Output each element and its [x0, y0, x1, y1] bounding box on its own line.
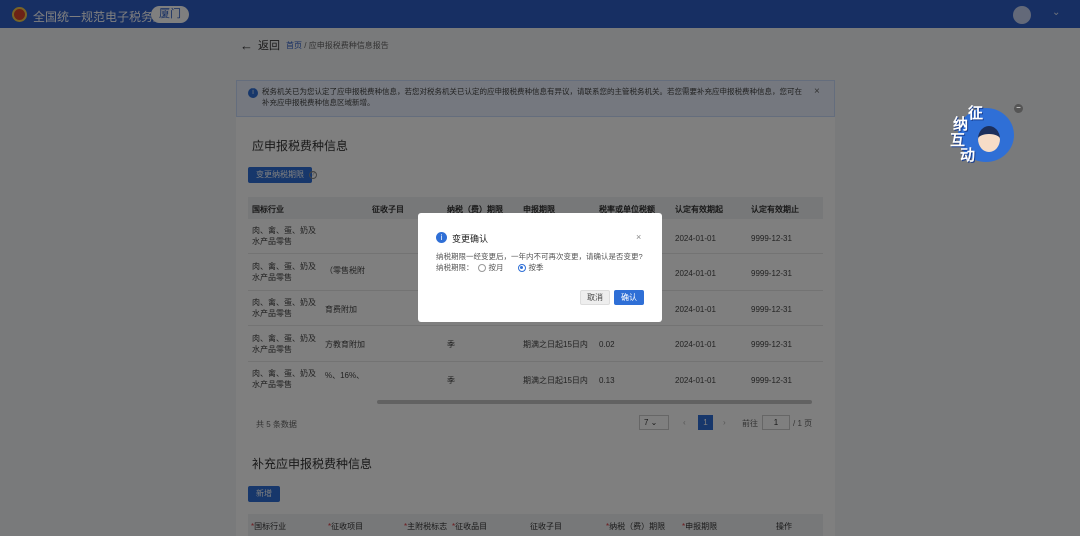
- radio-group-label: 纳税期限：: [436, 263, 474, 272]
- dialog-title: 变更确认: [452, 234, 489, 244]
- radio-month-label[interactable]: 按月: [489, 262, 504, 273]
- info-icon: i: [436, 232, 447, 243]
- radio-quarter-label[interactable]: 按季: [529, 262, 544, 273]
- confirm-button[interactable]: 确认: [614, 290, 644, 305]
- radio-quarter[interactable]: [517, 263, 526, 272]
- period-radio-group: 纳税期限： 按月 按季: [436, 262, 544, 273]
- minimize-icon[interactable]: −: [1014, 104, 1023, 113]
- dialog-message: 纳税期限一经变更后，一年内不可再次变更，请确认是否变更?: [436, 252, 643, 261]
- mascot-char: 征: [968, 105, 984, 122]
- cancel-button[interactable]: 取消: [580, 290, 610, 305]
- mascot-char: 动: [960, 147, 976, 164]
- mascot-face-icon: [978, 126, 1000, 152]
- radio-month[interactable]: [477, 263, 486, 272]
- close-icon[interactable]: ×: [636, 232, 641, 242]
